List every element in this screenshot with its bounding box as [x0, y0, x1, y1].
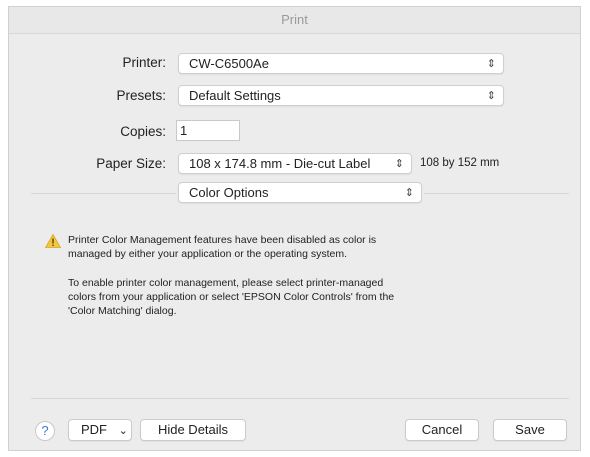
popup-arrows-icon: ⇕	[394, 157, 404, 170]
help-button[interactable]: ?	[35, 421, 55, 441]
cancel-button[interactable]: Cancel	[405, 419, 479, 441]
save-button[interactable]: Save	[493, 419, 567, 441]
presets-popup[interactable]: Default Settings ⇕	[178, 85, 504, 106]
print-dialog: Print Printer: CW-C6500Ae ⇕ Presets: Def…	[8, 6, 581, 451]
paper-size-value: 108 x 174.8 mm - Die-cut Label	[189, 156, 371, 171]
paper-size-popup[interactable]: 108 x 174.8 mm - Die-cut Label ⇕	[178, 153, 412, 174]
paper-size-label: Paper Size:	[96, 156, 166, 171]
presets-value: Default Settings	[189, 88, 281, 103]
popup-arrows-icon: ⇕	[486, 89, 496, 102]
warning-message: Printer Color Management features have b…	[68, 233, 478, 261]
popup-arrows-icon: ⇕	[486, 57, 496, 70]
chevron-down-icon: ⌄	[118, 424, 128, 437]
divider	[31, 398, 569, 399]
warning-triangle-icon	[45, 234, 61, 248]
paper-dimensions-note: 108 by 152 mm	[420, 157, 500, 169]
info-line-3: 'Color Matching' dialog.	[68, 305, 177, 317]
popup-arrows-icon: ⇕	[404, 186, 414, 199]
warning-line-2: managed by either your application or th…	[68, 248, 347, 260]
printer-popup[interactable]: CW-C6500Ae ⇕	[178, 53, 504, 74]
printer-value: CW-C6500Ae	[189, 56, 269, 71]
info-line-2: colors from your application or select '…	[68, 291, 395, 303]
printer-label: Printer:	[122, 55, 166, 70]
section-popup[interactable]: Color Options ⇕	[178, 182, 422, 203]
divider	[424, 193, 569, 194]
copies-field[interactable]: 1	[176, 120, 240, 141]
divider	[31, 193, 176, 194]
info-message: To enable printer color management, plea…	[68, 276, 488, 318]
warning-line-1: Printer Color Management features have b…	[68, 234, 377, 246]
presets-label: Presets:	[116, 88, 166, 103]
pdf-label: PDF	[81, 422, 107, 437]
window-title: Print	[9, 7, 580, 34]
info-line-1: To enable printer color management, plea…	[68, 277, 384, 289]
hide-details-button[interactable]: Hide Details	[140, 419, 246, 441]
section-popup-value: Color Options	[189, 185, 269, 200]
pdf-menu-button[interactable]: PDF ⌄	[68, 419, 132, 441]
copies-label: Copies:	[120, 124, 166, 139]
